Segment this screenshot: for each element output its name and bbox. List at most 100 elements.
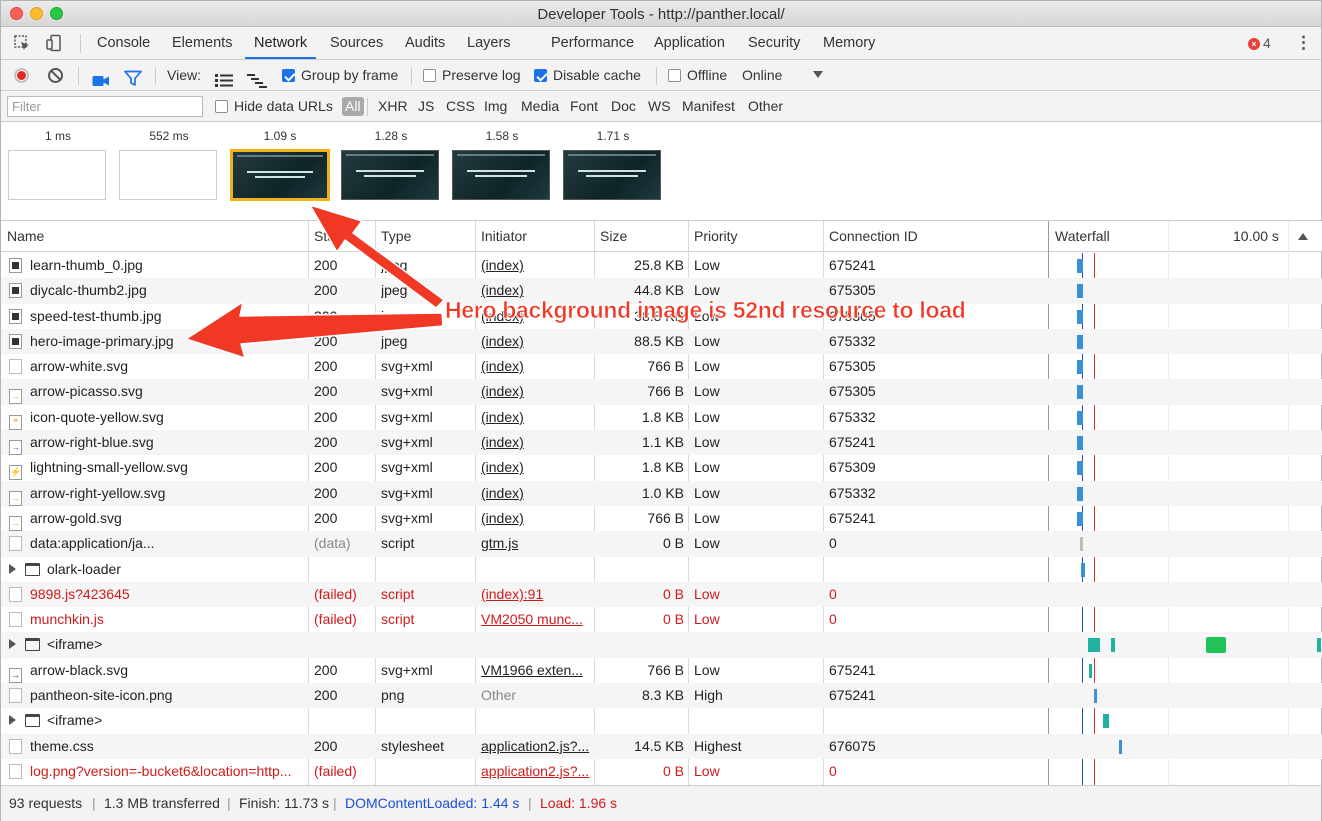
inspect-element-icon[interactable] — [13, 34, 31, 52]
filter-toggle-icon[interactable] — [124, 67, 142, 86]
device-toolbar-icon[interactable] — [45, 34, 63, 52]
waterfall-bar[interactable] — [1094, 689, 1097, 704]
filmstrip-frame[interactable] — [452, 150, 550, 200]
type-filter-js[interactable]: JS — [418, 91, 434, 122]
column-header-waterfall[interactable]: Waterfall — [1049, 221, 1110, 252]
sort-ascending-icon[interactable] — [1298, 233, 1308, 240]
hide-data-urls-checkbox[interactable]: Hide data URLs — [215, 91, 333, 122]
cell-initiator[interactable]: (index) — [481, 278, 591, 303]
type-filter-css[interactable]: CSS — [446, 91, 475, 122]
cell-initiator[interactable]: application2.js?... — [481, 759, 591, 784]
column-header-size[interactable]: Size — [594, 221, 627, 252]
filter-input[interactable] — [7, 96, 203, 117]
cell-initiator[interactable]: (index) — [481, 304, 591, 329]
overview-icon[interactable] — [247, 68, 267, 88]
expand-triangle-icon[interactable] — [9, 563, 16, 574]
waterfall-bar[interactable] — [1088, 638, 1100, 653]
cell-initiator[interactable]: (index) — [481, 329, 591, 354]
tab-sources[interactable]: Sources — [330, 27, 383, 59]
table-row[interactable]: → arrow-black.svg 200 svg+xml VM1966 exten..… — [1, 658, 1322, 683]
waterfall-bar[interactable] — [1077, 461, 1083, 476]
type-filter-ws[interactable]: WS — [648, 91, 671, 122]
column-header-status[interactable]: Status — [308, 221, 354, 252]
column-header-type[interactable]: Type — [375, 221, 411, 252]
tab-audits[interactable]: Audits — [405, 27, 445, 59]
waterfall-bar[interactable] — [1080, 537, 1083, 552]
waterfall-bar[interactable] — [1077, 511, 1083, 526]
table-row[interactable]: data:application/ja... (data) script gtm.js… — [1, 531, 1322, 557]
waterfall-bar[interactable] — [1077, 259, 1083, 273]
table-row[interactable]: → arrow-picasso.svg 200 svg+xml (index) 766 B… — [1, 379, 1322, 405]
filmstrip-frame[interactable] — [119, 150, 217, 200]
filmstrip-frame-selected[interactable] — [230, 149, 330, 201]
offline-checkbox[interactable]: Offline — [668, 60, 727, 91]
cell-initiator[interactable]: (index) — [481, 481, 591, 506]
disable-cache-checkbox[interactable]: Disable cache — [534, 60, 641, 91]
preserve-log-checkbox[interactable]: Preserve log — [423, 60, 521, 91]
cell-initiator[interactable]: gtm.js — [481, 531, 591, 556]
table-row[interactable]: pantheon-site-icon.png 200 png Other 8.3 KB H… — [1, 683, 1322, 709]
table-row[interactable]: speed-test-thumb.jpg 200 jpeg (index) 38.8 K… — [1, 304, 1322, 329]
cell-initiator[interactable]: (index):91 — [481, 582, 591, 607]
cell-initiator[interactable]: VM2050 munc... — [481, 607, 591, 632]
table-row[interactable]: munchkin.js (failed) script VM2050 munc... 0… — [1, 607, 1322, 632]
type-filter-manifest[interactable]: Manifest — [682, 91, 735, 122]
column-header-connection-id[interactable]: Connection ID — [823, 221, 918, 252]
tab-elements[interactable]: Elements — [172, 27, 232, 59]
column-header-name[interactable]: Name — [1, 221, 44, 252]
waterfall-bar[interactable] — [1077, 385, 1083, 400]
waterfall-bar[interactable] — [1111, 638, 1115, 653]
waterfall-bar[interactable] — [1317, 638, 1321, 653]
table-row[interactable]: hero-image-primary.jpg 200 jpeg (index) 88.5… — [1, 328, 1322, 355]
waterfall-bar[interactable] — [1077, 410, 1083, 425]
throttling-select[interactable]: Online — [742, 60, 782, 91]
waterfall-bar[interactable] — [1077, 309, 1083, 324]
column-header-initiator[interactable]: Initiator — [475, 221, 527, 252]
waterfall-bar[interactable] — [1206, 637, 1226, 654]
table-row[interactable]: ⚡ lightning-small-yellow.svg 200 svg+xml (in… — [1, 455, 1322, 481]
clear-icon[interactable] — [48, 68, 63, 83]
type-filter-other[interactable]: Other — [748, 91, 783, 122]
chevron-down-icon[interactable] — [813, 71, 823, 78]
filmstrip-frame[interactable] — [563, 150, 661, 200]
tab-memory[interactable]: Memory — [823, 27, 875, 59]
tab-layers[interactable]: Layers — [467, 27, 511, 59]
waterfall-bar[interactable] — [1081, 562, 1085, 577]
cell-initiator[interactable]: (index) — [481, 506, 591, 531]
cell-initiator[interactable]: (index) — [481, 253, 591, 278]
cell-initiator[interactable]: (index) — [481, 430, 591, 455]
tab-network[interactable]: Network — [245, 27, 317, 59]
waterfall-bar[interactable] — [1077, 334, 1083, 349]
table-row[interactable]: log.png?version=-bucket6&location=http..… — [1, 759, 1322, 784]
frame-group-row[interactable]: <iframe> — [1, 708, 1322, 733]
cell-initiator[interactable]: (index) — [481, 455, 591, 480]
tab-security[interactable]: Security — [748, 27, 800, 59]
expand-triangle-icon[interactable] — [9, 715, 16, 726]
tab-application[interactable]: Application — [654, 27, 725, 59]
large-rows-icon[interactable] — [215, 68, 233, 87]
tab-console[interactable]: Console — [97, 27, 150, 59]
column-header-priority[interactable]: Priority — [688, 221, 738, 252]
cell-initiator[interactable]: (index) — [481, 405, 591, 430]
table-row[interactable]: → arrow-gold.svg 200 svg+xml (index) 766 B Low… — [1, 506, 1322, 531]
table-row[interactable]: 9898.js?423645 (failed) script (index):91 0 … — [1, 581, 1322, 608]
capture-screenshots-icon[interactable] — [92, 68, 110, 86]
waterfall-bar[interactable] — [1089, 663, 1092, 678]
table-row[interactable]: learn-thumb_0.jpg 200 jpeg (index) 25.8 KB Lo… — [1, 253, 1322, 278]
table-row[interactable]: ❝ icon-quote-yellow.svg 200 svg+xml (index) 1… — [1, 405, 1322, 430]
group-by-frame-checkbox[interactable]: Group by frame — [282, 60, 398, 91]
type-filter-all[interactable]: All — [342, 97, 364, 116]
type-filter-media[interactable]: Media — [521, 91, 559, 122]
table-row[interactable]: theme.css 200 stylesheet application2.js?..… — [1, 733, 1322, 759]
frame-group-row[interactable]: olark-loader — [1, 557, 1322, 582]
type-filter-xhr[interactable]: XHR — [378, 91, 408, 122]
table-row[interactable]: diycalc-thumb2.jpg 200 jpeg (index) 44.8 KB L… — [1, 278, 1322, 304]
expand-triangle-icon[interactable] — [9, 639, 16, 650]
waterfall-bar[interactable] — [1077, 436, 1083, 451]
table-row[interactable]: → arrow-right-yellow.svg 200 svg+xml (index)… — [1, 480, 1322, 506]
record-button[interactable] — [14, 68, 29, 83]
frame-group-row[interactable]: <iframe> — [1, 632, 1322, 658]
waterfall-bar[interactable] — [1077, 360, 1083, 375]
waterfall-bar[interactable] — [1077, 284, 1083, 299]
waterfall-bar[interactable] — [1077, 486, 1083, 501]
